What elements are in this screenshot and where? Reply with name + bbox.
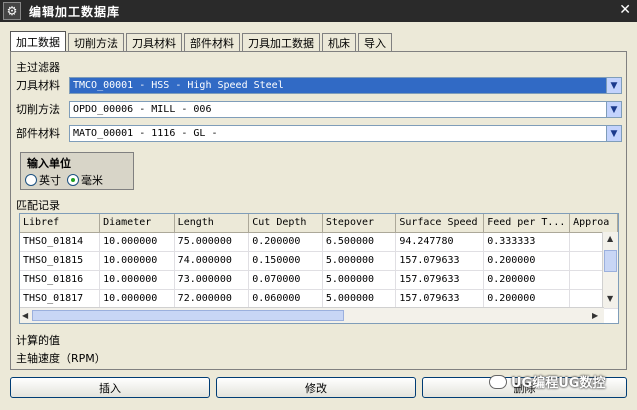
tool-material-select[interactable]: TMCO_00001 - HSS - High Speed Steel xyxy=(69,77,607,94)
wechat-icon xyxy=(489,374,507,389)
input-units-group: 输入单位 英寸 毫米 xyxy=(20,152,134,190)
col-header[interactable]: Feed per T... xyxy=(483,214,571,233)
cell: THSO_01816 xyxy=(20,270,101,290)
unit-mm-radio[interactable]: 毫米 xyxy=(67,172,103,188)
watermark-text: UG编程UG数控 xyxy=(511,376,606,391)
table-row[interactable]: THSO_01816 10.000000 73.000000 0.070000 … xyxy=(20,270,618,290)
cut-method-label: 切削方法 xyxy=(16,103,60,116)
gear-icon[interactable]: ⚙ xyxy=(3,2,21,20)
unit-inch-label: 英寸 xyxy=(39,174,61,187)
col-header[interactable]: Approa xyxy=(569,214,618,233)
unit-mm-label: 毫米 xyxy=(81,174,103,187)
tab-cut-method[interactable]: 切削方法 xyxy=(68,33,124,52)
cell: THSO_01815 xyxy=(20,251,101,271)
unit-inch-radio[interactable]: 英寸 xyxy=(25,172,61,188)
matches-table: Libref Diameter Length Cut Depth Stepove… xyxy=(19,213,619,324)
cell: 5.000000 xyxy=(322,270,397,290)
watermark: UG编程UG数控 xyxy=(489,372,605,391)
part-material-label: 部件材料 xyxy=(16,127,60,140)
cell: 6.500000 xyxy=(322,232,397,252)
vertical-scrollbar[interactable]: ▲ ▼ xyxy=(602,232,618,308)
cell: 0.060000 xyxy=(248,289,323,309)
cell: THSO_01817 xyxy=(20,289,101,309)
scroll-down-icon[interactable]: ▼ xyxy=(607,294,613,303)
close-icon[interactable]: ✕ xyxy=(619,2,631,18)
tab-strip: 加工数据 切削方法 刀具材料 部件材料 刀具加工数据 机床 导入 xyxy=(10,31,394,52)
scroll-thumb[interactable] xyxy=(604,250,617,272)
cell: 0.200000 xyxy=(483,289,571,309)
table-header-row: Libref Diameter Length Cut Depth Stepove… xyxy=(20,214,618,233)
table-row[interactable]: THSO_01817 10.000000 72.000000 0.060000 … xyxy=(20,289,618,309)
col-header[interactable]: Cut Depth xyxy=(248,214,323,233)
cell: 94.247780 xyxy=(395,232,485,252)
horizontal-scrollbar[interactable]: ◀ ▶ xyxy=(20,307,604,323)
insert-button[interactable]: 插入 xyxy=(10,377,210,398)
cell: 10.000000 xyxy=(99,270,175,290)
cell: 10.000000 xyxy=(99,232,175,252)
scroll-right-icon[interactable]: ▶ xyxy=(592,311,598,320)
cell: 72.000000 xyxy=(174,289,250,309)
scroll-left-icon[interactable]: ◀ xyxy=(22,311,28,320)
cell: 0.333333 xyxy=(483,232,571,252)
chevron-down-icon[interactable]: ▼ xyxy=(606,101,622,118)
radio-on-icon xyxy=(67,174,79,186)
cell: 157.079633 xyxy=(395,270,485,290)
cell: 0.200000 xyxy=(248,232,323,252)
cut-method-select[interactable]: OPDO_00006 - MILL - 006 xyxy=(69,101,607,118)
modify-button[interactable]: 修改 xyxy=(216,377,416,398)
col-header[interactable]: Libref xyxy=(20,214,101,233)
col-header[interactable]: Diameter xyxy=(99,214,175,233)
spindle-speed-label: 主轴速度（RPM） xyxy=(16,352,106,365)
tab-import[interactable]: 导入 xyxy=(358,33,392,52)
cell: 10.000000 xyxy=(99,251,175,271)
cell: 0.200000 xyxy=(483,270,571,290)
cell: 0.070000 xyxy=(248,270,323,290)
cell: 5.000000 xyxy=(322,251,397,271)
col-header[interactable]: Length xyxy=(174,214,250,233)
table-row[interactable]: THSO_01815 10.000000 74.000000 0.150000 … xyxy=(20,251,618,271)
cell: 74.000000 xyxy=(174,251,250,271)
title-bar: ⚙ 编辑加工数据库 ✕ xyxy=(0,0,637,22)
cell: THSO_01814 xyxy=(20,232,101,252)
cell: 157.079633 xyxy=(395,289,485,309)
cell: 5.000000 xyxy=(322,289,397,309)
col-header[interactable]: Surface Speed xyxy=(395,214,485,233)
cell: 10.000000 xyxy=(99,289,175,309)
tool-material-label: 刀具材料 xyxy=(16,79,60,92)
matches-heading: 匹配记录 xyxy=(16,199,60,212)
tab-machining-data[interactable]: 加工数据 xyxy=(10,31,66,52)
scroll-up-icon[interactable]: ▲ xyxy=(607,234,613,243)
cell: 0.150000 xyxy=(248,251,323,271)
tab-panel: 主过滤器 刀具材料 TMCO_00001 - HSS - High Speed … xyxy=(10,51,627,370)
radio-off-icon xyxy=(25,174,37,186)
table-row[interactable]: THSO_01814 10.000000 75.000000 0.200000 … xyxy=(20,232,618,252)
part-material-select[interactable]: MATO_00001 - 1116 - GL - xyxy=(69,125,607,142)
tab-tool-material[interactable]: 刀具材料 xyxy=(126,33,182,52)
tab-tool-machining-data[interactable]: 刀具加工数据 xyxy=(242,33,320,52)
cell: 157.079633 xyxy=(395,251,485,271)
tab-part-material[interactable]: 部件材料 xyxy=(184,33,240,52)
tab-machine[interactable]: 机床 xyxy=(322,33,356,52)
cell: 73.000000 xyxy=(174,270,250,290)
main-filter-heading: 主过滤器 xyxy=(16,61,60,74)
cell: 75.000000 xyxy=(174,232,250,252)
cell: 0.200000 xyxy=(483,251,571,271)
scroll-thumb[interactable] xyxy=(32,310,344,321)
window-title: 编辑加工数据库 xyxy=(29,4,121,19)
col-header[interactable]: Stepover xyxy=(322,214,397,233)
input-units-heading: 输入单位 xyxy=(27,157,71,170)
chevron-down-icon[interactable]: ▼ xyxy=(606,77,622,94)
computed-values-heading: 计算的值 xyxy=(16,334,60,347)
chevron-down-icon[interactable]: ▼ xyxy=(606,125,622,142)
